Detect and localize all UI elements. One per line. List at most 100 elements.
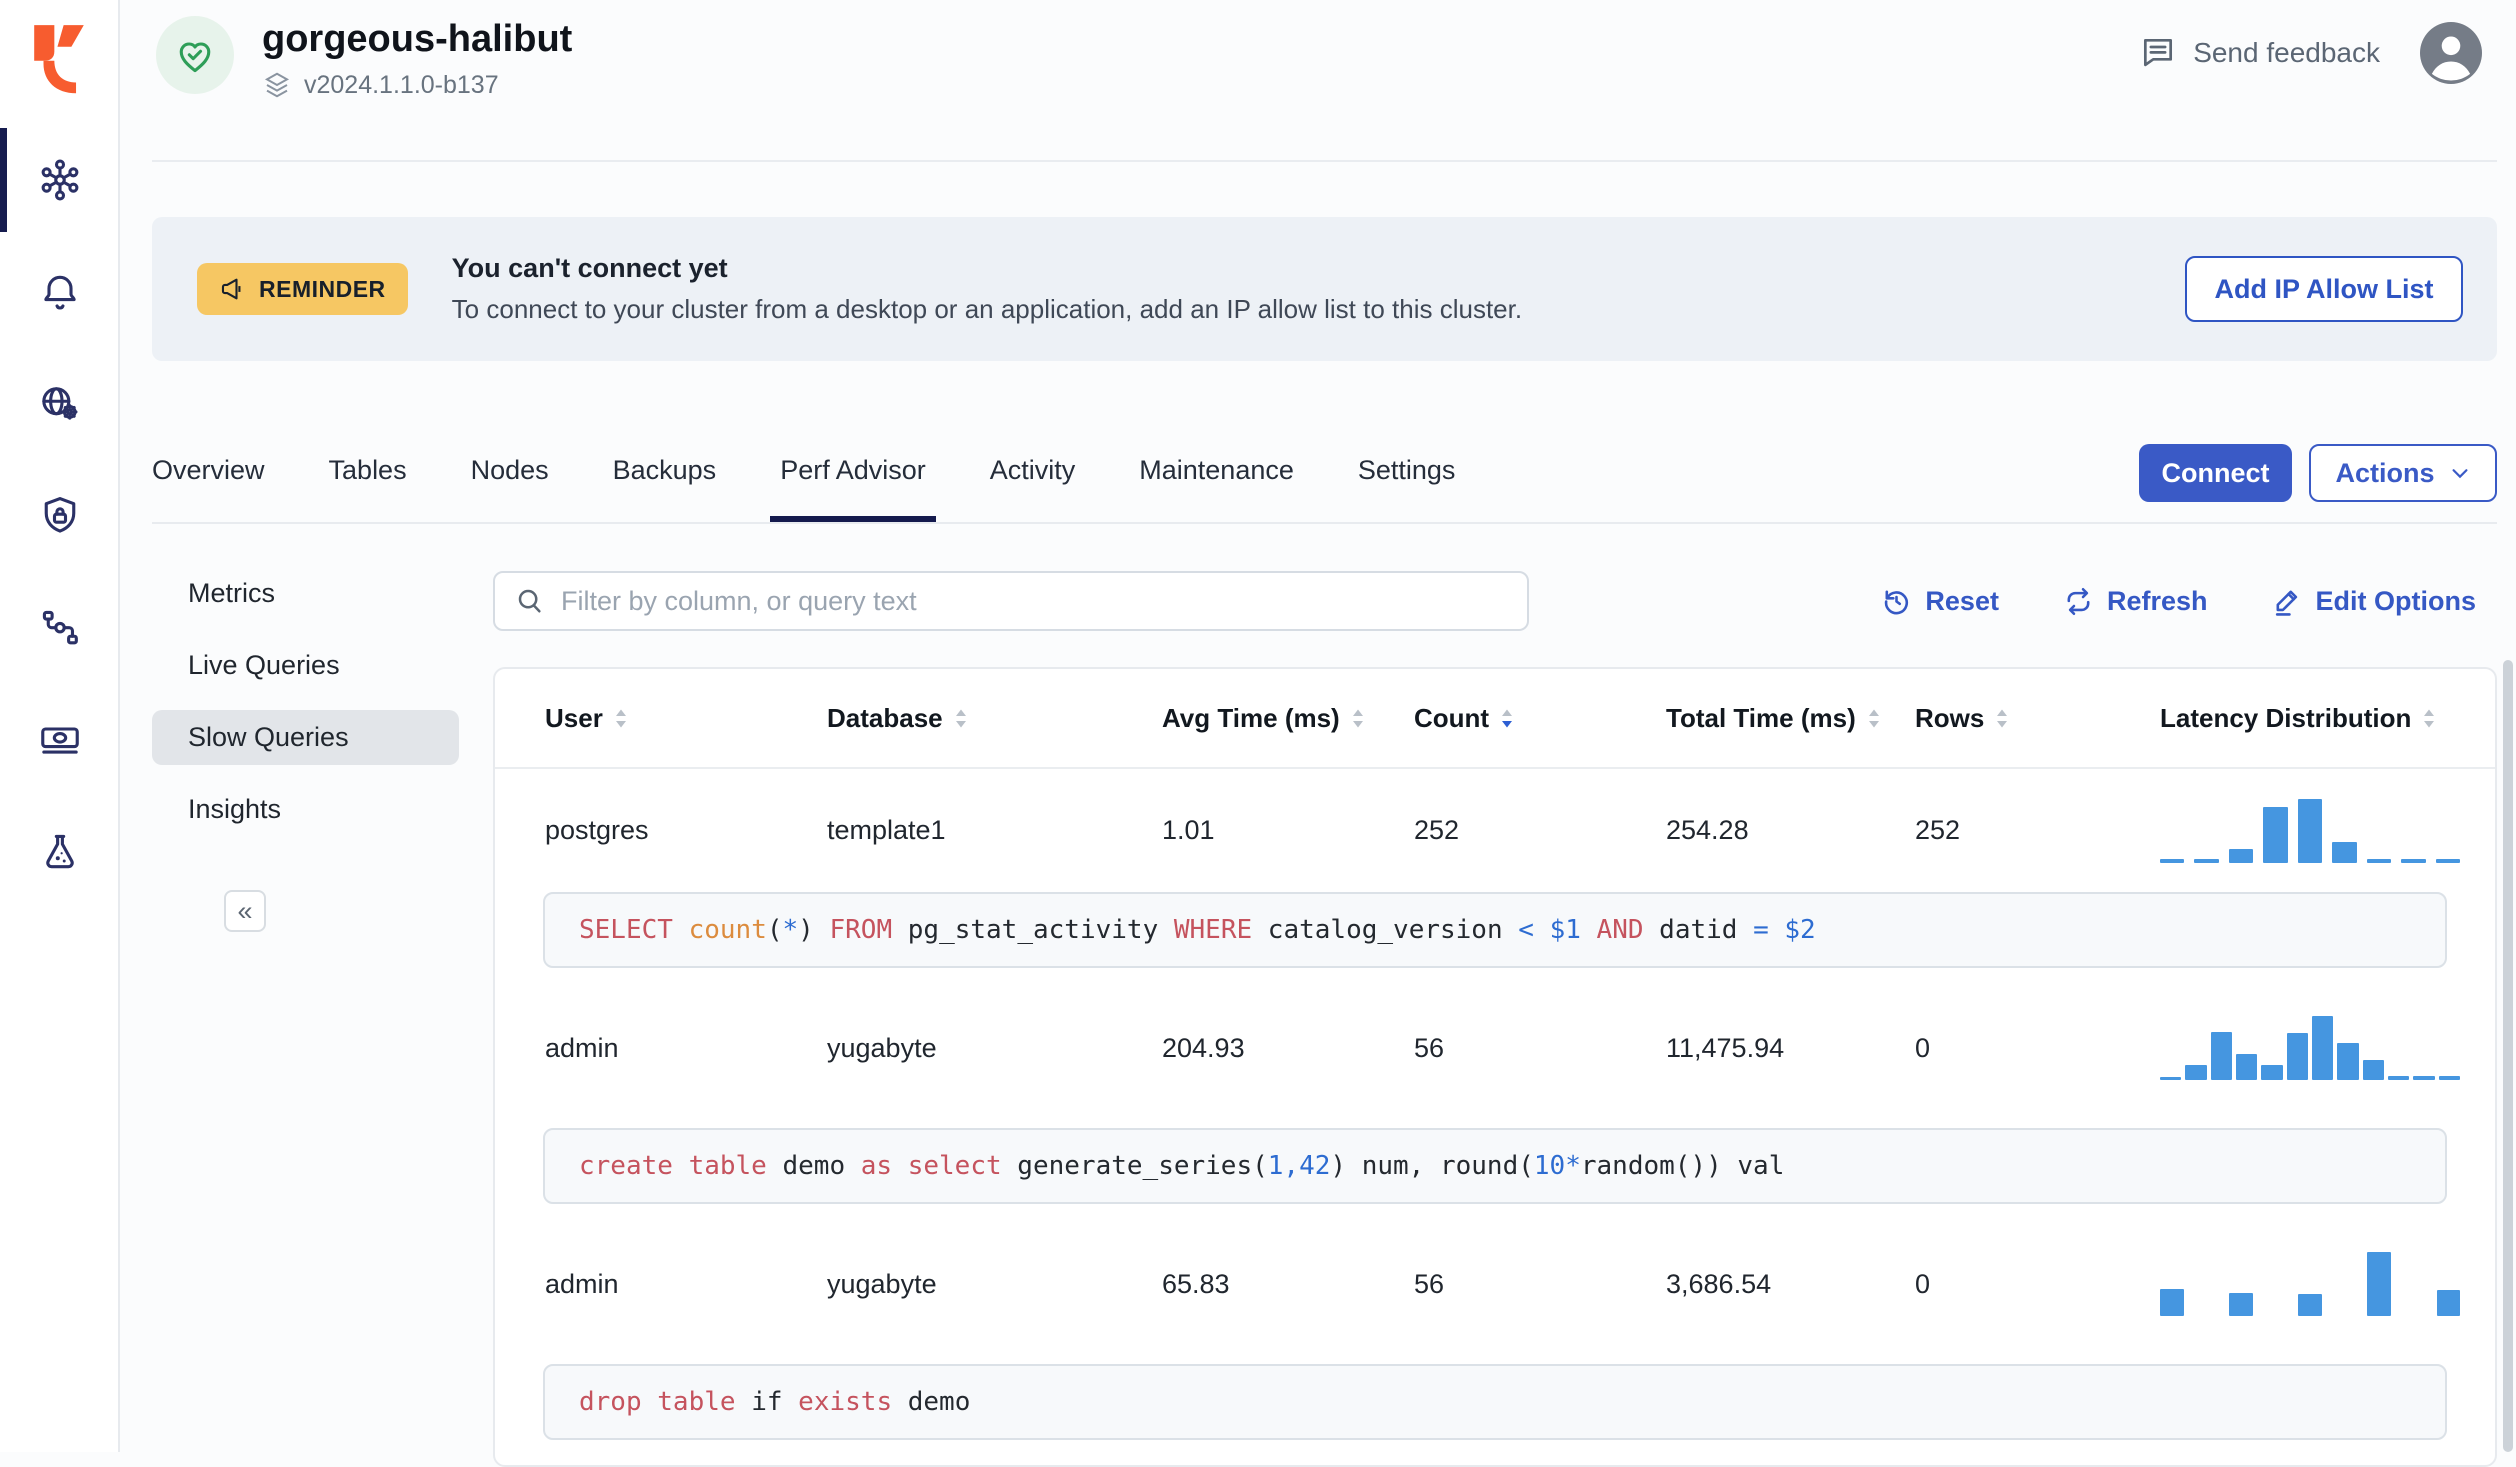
sidebar-item-billing[interactable]: [0, 684, 120, 796]
header-divider: [152, 160, 2497, 162]
column-label: User: [545, 702, 603, 733]
cell-rows: 0: [1915, 1268, 1931, 1299]
tab-perf-advisor[interactable]: Perf Advisor: [770, 449, 936, 523]
tab-backups[interactable]: Backups: [613, 449, 717, 523]
vertical-scrollbar[interactable]: [2503, 660, 2513, 1452]
subnav-item-live-queries[interactable]: Live Queries: [152, 638, 459, 693]
rail-nav: [0, 124, 120, 908]
page-title: gorgeous-halibut: [262, 18, 573, 60]
cell-total_time: 254.28: [1666, 815, 1749, 845]
connect-button[interactable]: Connect: [2139, 444, 2292, 502]
histogram-bar: [2401, 859, 2426, 863]
column-header-avg-time-ms[interactable]: Avg Time (ms): [1162, 703, 1414, 734]
histogram-bar: [2160, 859, 2185, 863]
bell-icon: [44, 275, 76, 310]
sidebar-item-labs[interactable]: [0, 796, 120, 908]
query-row-group: admin yugabyte 65.83 56 3,686.54 0 drop table …: [495, 1204, 2495, 1440]
sidebar-item-integrations[interactable]: [0, 572, 120, 684]
tab-nodes[interactable]: Nodes: [471, 449, 549, 523]
actions-label: Actions: [2335, 457, 2435, 488]
histogram-bar: [2194, 859, 2219, 863]
histogram-bar: [2286, 1032, 2308, 1080]
tab-maintenance[interactable]: Maintenance: [1139, 449, 1294, 523]
cluster-health-badge: [156, 16, 234, 94]
histogram-bar: [2229, 1292, 2253, 1316]
histogram-bar: [2228, 849, 2254, 863]
column-header-latency-distribution[interactable]: Latency Distribution: [2160, 703, 2495, 734]
table-row[interactable]: admin yugabyte 65.83 56 3,686.54 0: [495, 1204, 2495, 1364]
histogram-bar: [2185, 1064, 2207, 1080]
heart-check-icon: [179, 42, 211, 73]
cell-total_time: 11,475.94: [1666, 1032, 1785, 1063]
cell-avg_time: 65.83: [1162, 1268, 1230, 1299]
shield-lock-icon: [44, 497, 76, 533]
histogram-bar: [2311, 1016, 2334, 1080]
column-header-rows[interactable]: Rows: [1915, 703, 2160, 734]
filter-input[interactable]: [561, 585, 1507, 617]
user-avatar[interactable]: [2420, 22, 2482, 84]
feedback-message-icon: [2144, 38, 2173, 67]
cell-avg_time: 204.93: [1162, 1032, 1245, 1063]
edit-options-button[interactable]: Edit Options: [2272, 586, 2476, 617]
cell-database: template1: [827, 815, 946, 845]
reset-button[interactable]: Reset: [1881, 586, 1999, 617]
query-row-group: admin yugabyte 204.93 56 11,475.94 0 create ta…: [495, 968, 2495, 1204]
perf-advisor-subnav: Metrics Live Queries Slow Queries Insights: [152, 566, 459, 854]
cluster-tabs: Overview Tables Nodes Backups Perf Advisor Ac…: [152, 449, 1455, 523]
yugabyte-logo[interactable]: [28, 22, 90, 94]
sidebar-item-security[interactable]: [0, 460, 120, 572]
refresh-button[interactable]: Refresh: [2063, 586, 2208, 617]
cell-avg_time: 1.01: [1162, 815, 1215, 845]
actions-dropdown-button[interactable]: Actions: [2309, 444, 2497, 502]
column-label: Total Time (ms): [1666, 702, 1856, 733]
histogram-bar: [2366, 858, 2392, 863]
histogram-bar: [2297, 798, 2323, 863]
edit-options-label: Edit Options: [2315, 585, 2476, 616]
pencil-icon: [2275, 590, 2297, 616]
sort-icon: [615, 709, 626, 727]
tab-tables[interactable]: Tables: [329, 449, 407, 523]
reminder-badge-label: REMINDER: [259, 275, 386, 302]
sort-icon: [2424, 709, 2435, 727]
latency-histogram: [2160, 798, 2460, 863]
cluster-header: gorgeous-halibut v2024.1.1.0-b137: [156, 16, 572, 100]
subnav-item-slow-queries[interactable]: Slow Queries: [152, 710, 459, 765]
banner-title: You can't connect yet: [451, 253, 728, 283]
reset-history-icon: [1885, 590, 1909, 614]
cell-rows: 252: [1915, 815, 1961, 845]
table-body: postgres template1 1.01 252 254.28 252 SELECT …: [495, 769, 2495, 1440]
query-row-group: postgres template1 1.01 252 254.28 252 SELECT …: [495, 769, 2495, 968]
tab-settings[interactable]: Settings: [1358, 449, 1456, 523]
column-header-user[interactable]: User: [545, 703, 827, 734]
sort-icon: [955, 709, 966, 727]
cluster-icon: [41, 159, 79, 201]
sidebar-item-clusters[interactable]: [0, 124, 120, 236]
column-label: Database: [827, 702, 943, 733]
sort-icon: [1997, 709, 2008, 727]
sidebar-item-alerts[interactable]: [0, 236, 120, 348]
chevron-down-icon: [2451, 469, 2468, 479]
collapse-sidebar-button[interactable]: «: [224, 890, 266, 932]
histogram-bar: [2263, 806, 2288, 863]
tab-activity[interactable]: Activity: [990, 449, 1076, 523]
sort-icon: [1868, 709, 1879, 727]
table-header-row: User Database Avg Time (ms) Count Total Time…: [495, 669, 2495, 769]
tab-overview[interactable]: Overview: [152, 449, 265, 523]
sidebar-item-network[interactable]: [0, 348, 120, 460]
cell-user: postgres: [545, 815, 649, 845]
add-ip-allow-list-button[interactable]: Add IP Allow List: [2185, 256, 2463, 322]
column-header-database[interactable]: Database: [827, 703, 1162, 734]
histogram-bar: [2210, 1032, 2232, 1080]
histogram-bar: [2438, 1076, 2460, 1080]
subnav-item-insights[interactable]: Insights: [152, 782, 459, 837]
table-row[interactable]: admin yugabyte 204.93 56 11,475.94 0: [495, 968, 2495, 1128]
column-header-count[interactable]: Count: [1414, 703, 1666, 734]
column-header-total-time-ms[interactable]: Total Time (ms): [1666, 703, 1915, 734]
subnav-item-metrics[interactable]: Metrics: [152, 566, 459, 621]
histogram-bar: [2362, 1059, 2384, 1080]
column-label: Latency Distribution: [2160, 702, 2412, 733]
send-feedback-button[interactable]: Send feedback: [2139, 34, 2380, 72]
table-row[interactable]: postgres template1 1.01 252 254.28 252: [495, 769, 2495, 892]
person-icon: [2420, 22, 2482, 84]
cell-count: 56: [1414, 1032, 1445, 1063]
